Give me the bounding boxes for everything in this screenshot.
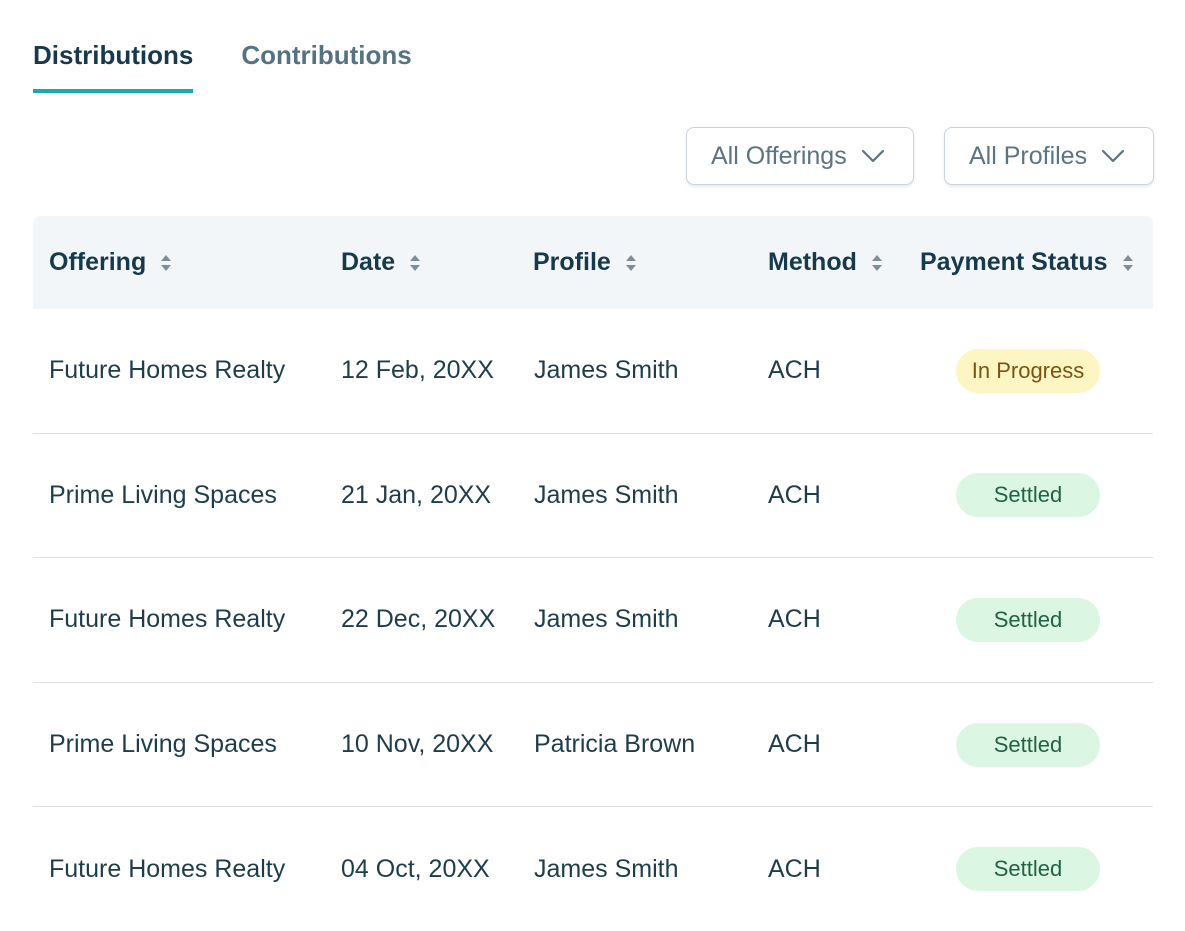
offering-cell: Future Homes Realty <box>49 356 286 385</box>
status-cell: Settled <box>956 434 1100 558</box>
table-header: Offering Date Profile Method Payment Sta… <box>33 216 1153 309</box>
distributions-table: Offering Date Profile Method Payment Sta… <box>33 216 1153 931</box>
column-header-label: Profile <box>533 248 611 276</box>
method-cell: ACH <box>768 480 821 509</box>
date-cell: 12 Feb, 20XX <box>341 356 494 385</box>
column-header-label: Payment Status <box>920 248 1108 276</box>
sort-icon <box>409 253 421 273</box>
column-header-date[interactable]: Date <box>341 216 421 309</box>
profile-cell: James Smith <box>534 480 679 509</box>
profile-cell: James Smith <box>534 854 679 883</box>
table-row[interactable]: Future Homes Realty 04 Oct, 20XX James S… <box>33 807 1153 931</box>
column-header-method[interactable]: Method <box>768 216 883 309</box>
sort-icon <box>160 253 172 273</box>
status-cell: Settled <box>956 683 1100 807</box>
sort-icon <box>625 253 637 273</box>
status-cell: Settled <box>956 807 1100 931</box>
chevron-down-icon <box>861 149 885 163</box>
sort-icon <box>871 253 883 273</box>
table-row[interactable]: Future Homes Realty 22 Dec, 20XX James S… <box>33 558 1153 683</box>
tab-bar: Distributions Contributions <box>33 40 412 93</box>
profiles-filter-dropdown[interactable]: All Profiles <box>944 127 1154 185</box>
method-cell: ACH <box>768 854 821 883</box>
status-badge: Settled <box>956 473 1100 518</box>
status-badge: Settled <box>956 847 1100 892</box>
column-header-label: Date <box>341 248 396 276</box>
profile-cell: James Smith <box>534 356 679 385</box>
profile-cell: James Smith <box>534 605 679 634</box>
date-cell: 21 Jan, 20XX <box>341 480 492 509</box>
sort-icon <box>1122 253 1134 273</box>
offering-cell: Prime Living Spaces <box>49 480 277 509</box>
offering-cell: Future Homes Realty <box>49 605 286 634</box>
offering-cell: Prime Living Spaces <box>49 730 277 759</box>
offering-cell: Future Homes Realty <box>49 854 286 883</box>
status-badge: In Progress <box>956 348 1100 393</box>
column-header-label: Method <box>768 248 857 276</box>
status-badge: Settled <box>956 597 1100 642</box>
table-row[interactable]: Prime Living Spaces 21 Jan, 20XX James S… <box>33 434 1153 559</box>
status-badge: Settled <box>956 722 1100 767</box>
status-cell: In Progress <box>956 309 1100 433</box>
chevron-down-icon <box>1101 149 1125 163</box>
column-header-profile[interactable]: Profile <box>533 216 637 309</box>
distributions-page: Distributions Contributions All Offering… <box>0 0 1185 931</box>
table-row[interactable]: Prime Living Spaces 10 Nov, 20XX Patrici… <box>33 683 1153 808</box>
method-cell: ACH <box>768 730 821 759</box>
profiles-filter-label: All Profiles <box>969 141 1088 170</box>
date-cell: 22 Dec, 20XX <box>341 605 496 634</box>
tab-contributions[interactable]: Contributions <box>241 40 411 93</box>
status-cell: Settled <box>956 558 1100 682</box>
date-cell: 10 Nov, 20XX <box>341 730 494 759</box>
offerings-filter-label: All Offerings <box>711 141 847 170</box>
filter-bar: All Offerings All Profiles <box>686 127 1154 185</box>
column-header-label: Offering <box>49 248 147 276</box>
date-cell: 04 Oct, 20XX <box>341 854 490 883</box>
profile-cell: Patricia Brown <box>534 730 696 759</box>
column-header-payment-status[interactable]: Payment Status <box>920 216 1134 309</box>
table-row[interactable]: Future Homes Realty 12 Feb, 20XX James S… <box>33 309 1153 434</box>
column-header-offering[interactable]: Offering <box>49 216 172 309</box>
method-cell: ACH <box>768 605 821 634</box>
tab-distributions[interactable]: Distributions <box>33 40 194 93</box>
method-cell: ACH <box>768 356 821 385</box>
offerings-filter-dropdown[interactable]: All Offerings <box>686 127 914 185</box>
